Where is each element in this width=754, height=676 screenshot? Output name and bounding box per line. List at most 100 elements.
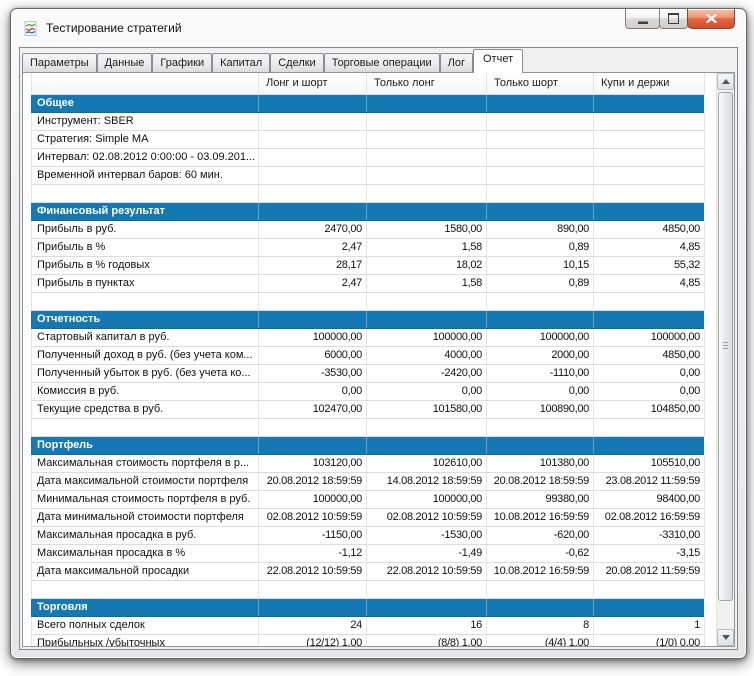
report-row[interactable]: Всего полных сделок241681 <box>31 617 704 635</box>
row-value <box>594 599 705 616</box>
row-value <box>487 95 594 112</box>
scrollbar-track[interactable] <box>717 90 734 629</box>
spacer-row[interactable] <box>31 419 704 437</box>
row-value: -620,00 <box>487 527 594 544</box>
row-value <box>367 203 487 220</box>
row-label: Дата максимальной стоимости портфеля <box>32 473 259 490</box>
row-value <box>367 419 487 436</box>
report-row[interactable]: Текущие средства в руб.102470,00101580,0… <box>31 401 704 419</box>
report-row[interactable]: Максимальная просадка в руб.-1150,00-153… <box>31 527 704 545</box>
row-value <box>487 149 594 166</box>
report-row[interactable]: Интервал: 02.08.2012 0:00:00 - 03.09.201… <box>31 149 704 167</box>
minimize-icon <box>638 21 648 24</box>
row-value: -1,12 <box>259 545 367 562</box>
section-header-row[interactable]: Финансовый результат <box>31 203 704 221</box>
row-label: Текущие средства в руб. <box>32 401 259 418</box>
scroll-down-button[interactable] <box>717 629 734 646</box>
tab-данные[interactable]: Данные <box>97 53 153 72</box>
row-value <box>259 185 367 202</box>
report-row[interactable]: Дата максимальной стоимости портфеля20.0… <box>31 473 704 491</box>
row-value: 102610,00 <box>367 455 487 472</box>
row-value <box>367 185 487 202</box>
row-value: -3310,00 <box>594 527 705 544</box>
row-label: Комиссия в руб. <box>32 383 259 400</box>
tab-параметры[interactable]: Параметры <box>22 53 97 72</box>
report-row[interactable]: Прибыль в пунктах2,471,580,894,85 <box>31 275 704 293</box>
report-row[interactable]: Минимальная стоимость портфеля в руб.100… <box>31 491 704 509</box>
scroll-up-button[interactable] <box>717 73 734 90</box>
row-value <box>367 293 487 310</box>
section-header-row[interactable]: Торговля <box>31 599 704 617</box>
report-body: ОбщееИнструмент: SBERСтратегия: Simple M… <box>31 95 704 647</box>
row-value <box>367 437 487 454</box>
row-label: Интервал: 02.08.2012 0:00:00 - 03.09.201… <box>32 149 259 166</box>
report-row[interactable]: Стартовый капитал в руб. 100000,00100000,… <box>31 329 704 347</box>
row-value <box>367 599 487 616</box>
row-value: 4850,00 <box>594 221 705 238</box>
report-row[interactable]: Дата максимальной просадки22.08.2012 10:… <box>31 563 704 581</box>
report-row[interactable]: Максимальная стоимость портфеля в р...10… <box>31 455 704 473</box>
report-row[interactable]: Максимальная просадка в %-1,12-1,49-0,62… <box>31 545 704 563</box>
report-row[interactable]: Комиссия в руб.0,000,000,000,00 <box>31 383 704 401</box>
report-row[interactable]: Полученный убыток в руб. (без учета ко..… <box>31 365 704 383</box>
report-row[interactable]: Временной интервал баров: 60 мин. <box>31 167 704 185</box>
spacer-row[interactable] <box>31 293 704 311</box>
row-value: 10.08.2012 16:59:59 <box>487 563 594 580</box>
row-value <box>259 293 367 310</box>
row-value <box>259 311 367 328</box>
report-row[interactable]: Инструмент: SBER <box>31 113 704 131</box>
row-value: 103120,00 <box>259 455 367 472</box>
row-value <box>367 113 487 130</box>
section-header-row[interactable]: Отчетность <box>31 311 704 329</box>
scrollbar-thumb[interactable] <box>718 92 733 601</box>
report-row[interactable]: Прибыльных /убыточных(12/12) 1,00(8/8) 1… <box>31 635 704 647</box>
section-header-row[interactable]: Портфель <box>31 437 704 455</box>
section-header-row[interactable]: Общее <box>31 95 704 113</box>
row-value <box>594 149 705 166</box>
row-value: 0,00 <box>594 383 705 400</box>
row-value: 890,00 <box>487 221 594 238</box>
row-value: 100000,00 <box>594 329 705 346</box>
row-value: 104850,00 <box>594 401 705 418</box>
row-label: Стартовый капитал в руб. <box>32 329 259 346</box>
row-value: 16 <box>367 617 487 634</box>
tab-торговые-операции[interactable]: Торговые операции <box>324 53 440 72</box>
row-value <box>594 419 705 436</box>
row-label: Отчетность <box>32 311 259 328</box>
row-value <box>594 311 705 328</box>
row-value: 20.08.2012 18:59:59 <box>259 473 367 490</box>
tab-strip: ПараметрыДанныеГрафикиКапиталСделкиТорго… <box>22 50 735 72</box>
tab-капитал[interactable]: Капитал <box>212 53 270 72</box>
scrollbar-grip-icon <box>723 342 728 350</box>
title-bar[interactable]: Тестирование стратегий <box>11 9 746 47</box>
tab-сделки[interactable]: Сделки <box>270 53 324 72</box>
close-button[interactable] <box>687 9 735 29</box>
row-label: Прибыль в % годовых <box>32 257 259 274</box>
row-label: Прибыль в % <box>32 239 259 256</box>
spacer-row[interactable] <box>31 581 704 599</box>
spacer-row[interactable] <box>31 185 704 203</box>
minimize-button[interactable] <box>625 9 660 29</box>
row-value: 18,02 <box>367 257 487 274</box>
row-value: 99380,00 <box>487 491 594 508</box>
row-value: 100000,00 <box>487 329 594 346</box>
row-label <box>32 293 259 310</box>
report-row[interactable]: Прибыль в %2,471,580,894,85 <box>31 239 704 257</box>
report-row[interactable]: Прибыль в % годовых28,1718,0210,1555,32 <box>31 257 704 275</box>
row-label: Полученный убыток в руб. (без учета ко..… <box>32 365 259 382</box>
row-value <box>487 185 594 202</box>
row-value <box>487 131 594 148</box>
report-row[interactable]: Дата минимальной стоимости портфеля02.08… <box>31 509 704 527</box>
report-row[interactable]: Прибыль в руб.2470,001580,00890,004850,0… <box>31 221 704 239</box>
tab-графики[interactable]: Графики <box>152 53 212 72</box>
report-row[interactable]: Стратегия: Simple MA <box>31 131 704 149</box>
row-value <box>487 203 594 220</box>
app-chart-icon <box>24 21 39 36</box>
tab-отчет[interactable]: Отчет <box>473 49 523 73</box>
row-value: 101580,00 <box>367 401 487 418</box>
maximize-button[interactable] <box>659 9 688 29</box>
tab-лог[interactable]: Лог <box>440 53 473 72</box>
report-grid: Лонг и шортТолько лонгТолько шортКупи и … <box>31 73 704 647</box>
row-value: (4/4) 1,00 <box>487 635 594 647</box>
report-row[interactable]: Полученный доход в руб. (без учета ком..… <box>31 347 704 365</box>
